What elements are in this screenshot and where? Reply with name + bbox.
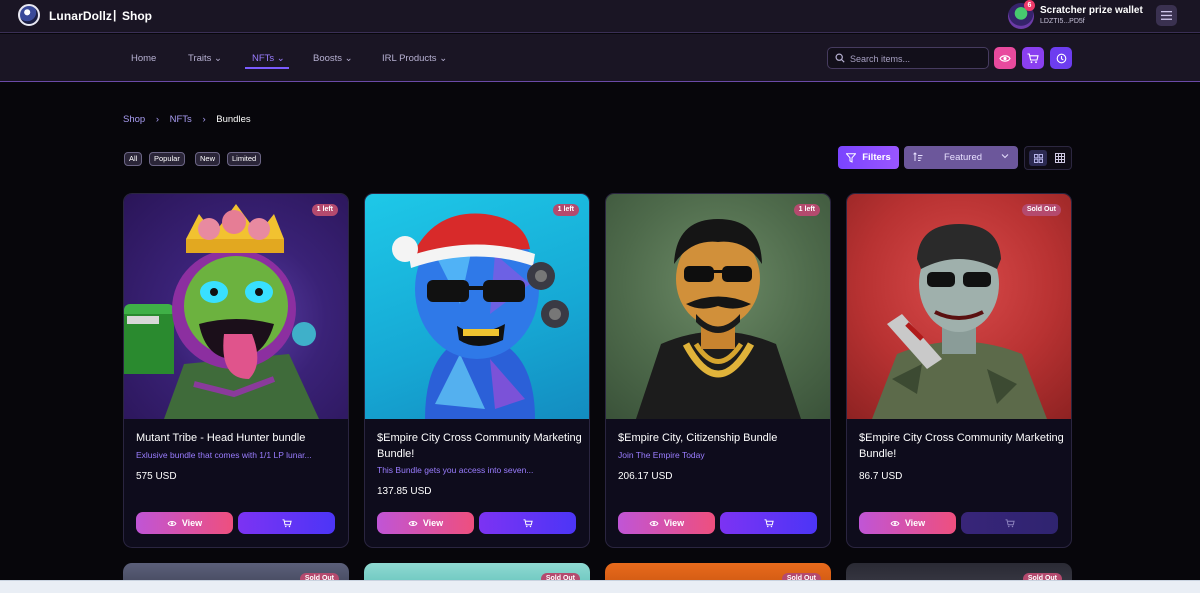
os-taskbar (0, 580, 1200, 593)
crystal-santa-artwork (392, 213, 569, 419)
brand-page-title: Shop (122, 9, 152, 23)
view-button[interactable]: View (136, 512, 233, 534)
wallet-notification-badge: 6 (1024, 0, 1035, 11)
grid-large-icon (1033, 153, 1043, 163)
product-image[interactable]: 1 left (124, 194, 348, 419)
wallet-name[interactable]: Scratcher prize wallet (1040, 5, 1143, 16)
stock-badge: Sold Out (1021, 204, 1061, 216)
history-icon (1056, 53, 1066, 63)
view-label: View (663, 518, 685, 528)
cart-icon (523, 518, 533, 527)
view-toggle (1024, 146, 1072, 170)
product-price: 575 USD (136, 471, 177, 482)
breadcrumb-separator: › (202, 114, 206, 125)
cart-icon (282, 518, 292, 527)
nav-home[interactable]: Home (131, 53, 156, 64)
nav-active-indicator (245, 67, 289, 69)
nav-nfts[interactable]: NFTs ⌄ (252, 53, 285, 64)
view-button[interactable]: View (859, 512, 956, 534)
eye-icon (999, 54, 1011, 62)
breadcrumb-shop[interactable]: Shop (123, 114, 145, 125)
filter-icon (846, 152, 857, 163)
product-price: 206.17 USD (618, 471, 673, 482)
watchlist-button[interactable] (994, 47, 1016, 69)
wallet-address: LDZTI5...PD5f (1040, 18, 1085, 25)
breadcrumb-nfts[interactable]: NFTs (170, 114, 192, 125)
product-title[interactable]: $Empire City, Citizenship Bundle (618, 431, 823, 447)
product-description: Exlusive bundle that comes with 1/1 LP l… (136, 450, 312, 460)
search-box[interactable] (827, 47, 989, 69)
tag-limited[interactable]: Limited (227, 152, 262, 166)
product-price: 86.7 USD (859, 471, 903, 482)
breadcrumb-separator: › (155, 114, 159, 125)
eye-icon (890, 520, 900, 526)
brand-logo[interactable] (18, 4, 40, 26)
history-button[interactable] (1050, 47, 1072, 69)
citizen-artwork (636, 219, 801, 419)
cart-icon (1005, 518, 1015, 527)
view-button[interactable]: View (377, 512, 474, 534)
sort-value: Featured (944, 152, 983, 163)
add-to-cart-button[interactable] (720, 512, 817, 534)
product-card[interactable]: Sold Out $Empire City Cross Community Ma… (846, 193, 1072, 548)
view-button[interactable]: View (618, 512, 715, 534)
eye-icon (649, 520, 659, 526)
brand-name[interactable]: LunarDollz (49, 9, 112, 23)
grid-small-icon (1055, 153, 1065, 163)
add-to-cart-button[interactable] (479, 512, 576, 534)
breadcrumb: Shop › NFTs › Bundles (123, 114, 251, 125)
nav-traits[interactable]: Traits ⌄ (188, 53, 222, 64)
compact-grid-button[interactable] (1051, 150, 1069, 166)
tag-new[interactable]: New (195, 152, 221, 166)
zombie-artwork (872, 224, 1047, 419)
product-title[interactable]: $Empire City Cross Community Marketing B… (377, 431, 582, 462)
cart-button[interactable] (1022, 47, 1044, 69)
sort-select[interactable]: Featured (904, 146, 1018, 169)
add-to-cart-button-disabled (961, 512, 1058, 534)
stock-badge: 1 left (552, 204, 579, 216)
cart-icon (1027, 52, 1039, 63)
product-card[interactable]: 1 left $Empire City Cross Community Mark… (364, 193, 590, 548)
chevron-down-icon (1001, 154, 1009, 159)
nav-boosts[interactable]: Boosts ⌄ (313, 53, 353, 64)
hamburger-menu-button[interactable] (1156, 5, 1177, 26)
view-label: View (422, 518, 444, 528)
search-input[interactable] (850, 51, 984, 66)
product-image[interactable]: 1 left (606, 194, 830, 419)
product-title[interactable]: $Empire City Cross Community Marketing B… (859, 431, 1064, 462)
eye-icon (408, 520, 418, 526)
product-card[interactable]: 1 left $Empire City, Citizenship Bundle … (605, 193, 831, 548)
stock-badge: 1 left (793, 204, 820, 216)
product-price: 137.85 USD (377, 486, 432, 497)
cart-icon (764, 518, 774, 527)
main-nav: Home Traits ⌄ NFTs ⌄ Boosts ⌄ IRL Produc… (0, 34, 1200, 82)
product-image[interactable]: Sold Out (847, 194, 1071, 419)
hamburger-icon (1161, 11, 1172, 20)
tag-all[interactable]: All (124, 152, 143, 166)
breadcrumb-current: Bundles (216, 114, 251, 125)
view-label: View (904, 518, 926, 528)
tag-popular[interactable]: Popular (149, 152, 185, 166)
product-description: This Bundle gets you access into seven..… (377, 465, 534, 475)
add-to-cart-button[interactable] (238, 512, 335, 534)
grid-view-button[interactable] (1029, 150, 1047, 166)
filters-button[interactable]: Filters (838, 146, 899, 169)
product-image[interactable]: 1 left (365, 194, 589, 419)
view-label: View (181, 518, 203, 528)
stock-badge: 1 left (311, 204, 338, 216)
search-icon (835, 53, 845, 63)
product-title[interactable]: Mutant Tribe - Head Hunter bundle (136, 431, 341, 447)
mutant-ape-artwork (124, 204, 319, 419)
filters-label: Filters (862, 152, 891, 163)
top-bar: LunarDollz | Shop 6 Scratcher prize wall… (0, 0, 1200, 33)
brand-separator: | (113, 8, 117, 22)
product-card[interactable]: 1 left Mutant Tribe - Head Hunter bundle… (123, 193, 349, 548)
product-description: Join The Empire Today (618, 450, 705, 460)
eye-icon (167, 520, 177, 526)
sort-icon (913, 152, 923, 161)
nav-irl-products[interactable]: IRL Products ⌄ (382, 53, 447, 64)
